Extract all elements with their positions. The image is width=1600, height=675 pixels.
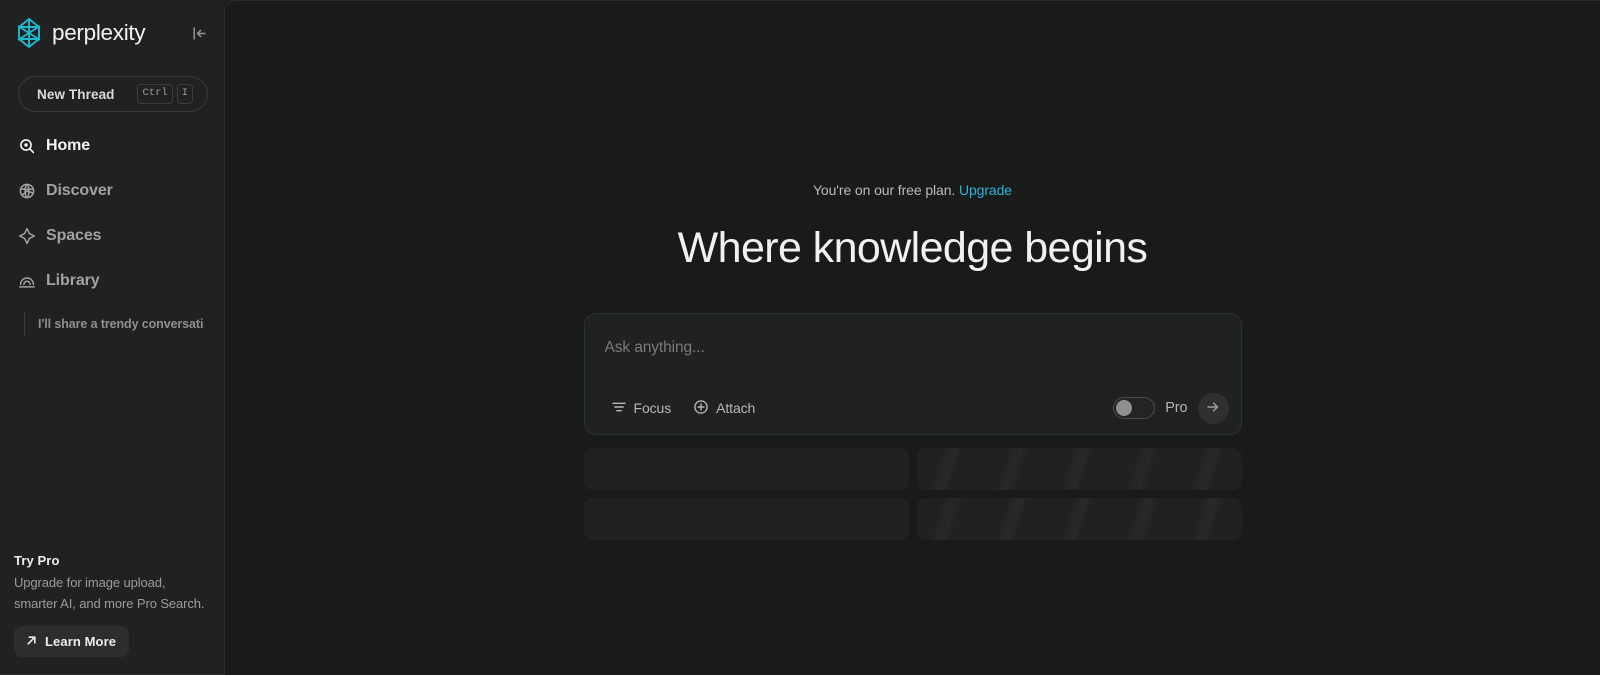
skeleton-card[interactable] [916,448,1242,490]
kbd-i: I [176,84,193,104]
sidebar: perplexity New Thread Ctrl I Home Discov… [0,0,224,675]
app-root: perplexity New Thread Ctrl I Home Discov… [0,0,1600,675]
page-title: Where knowledge begins [677,224,1148,272]
suggestion-skeletons [583,448,1242,540]
kbd-ctrl: Ctrl [137,84,173,104]
sidebar-item-library[interactable]: Library [0,266,224,296]
main-content: You're on our free plan. Upgrade Where k… [224,0,1600,675]
collapse-sidebar-icon[interactable] [188,22,210,44]
submit-button[interactable] [1197,392,1229,424]
globe-icon [18,182,36,200]
brand-name: perplexity [52,20,146,45]
sidebar-item-discover-label: Discover [46,182,113,199]
filter-lines-icon [611,399,627,418]
new-thread-shortcut: Ctrl I [137,84,193,104]
ask-toolbar: Focus Attach Pro [585,382,1241,434]
skeleton-card[interactable] [583,448,909,490]
home-center-column: You're on our free plan. Upgrade Where k… [225,1,1600,540]
sidebar-item-spaces-label: Spaces [46,227,102,244]
list-item[interactable]: I'll share a trendy conversati [24,312,224,336]
new-thread-button[interactable]: New Thread Ctrl I [18,76,208,112]
circle-plus-icon [693,399,709,418]
arrow-right-icon [1205,399,1221,418]
sidebar-item-discover[interactable]: Discover [0,176,224,206]
focus-label: Focus [633,400,672,416]
promo-description: Upgrade for image upload, smarter AI, an… [14,575,205,611]
plan-notice: You're on our free plan. Upgrade [813,182,1012,198]
pro-toggle[interactable] [1113,397,1156,419]
sidebar-item-library-label: Library [46,272,100,289]
library-arc-icon [18,272,36,290]
ask-toolbar-right: Pro [1113,392,1230,424]
attach-label: Attach [716,400,756,416]
attach-button[interactable]: Attach [685,393,763,424]
search-home-icon [18,137,36,155]
upgrade-link[interactable]: Upgrade [959,182,1012,198]
try-pro-promo: Try Pro Upgrade for image upload, smarte… [0,553,224,675]
promo-title: Try Pro [14,553,60,568]
sparkle-icon [18,227,36,245]
pro-toggle-knob [1116,400,1133,416]
sidebar-item-spaces[interactable]: Spaces [0,221,224,251]
brand-row: perplexity [0,0,224,66]
sidebar-nav: Home Discover Spaces Library I'll share … [0,131,224,336]
arrow-up-right-icon [25,634,38,650]
sidebar-thread-list: I'll share a trendy conversati [0,312,224,336]
skeleton-card[interactable] [583,498,909,540]
skeleton-card[interactable] [916,498,1242,540]
learn-more-label: Learn More [45,634,117,649]
perplexity-logo-icon[interactable] [14,17,44,49]
plan-notice-text: You're on our free plan. [812,182,956,198]
thread-title: I'll share a trendy conversati [38,317,204,331]
pro-label: Pro [1165,400,1188,416]
new-thread-label: New Thread [37,86,115,102]
learn-more-button[interactable]: Learn More [14,626,130,657]
focus-button[interactable]: Focus [603,393,680,424]
sidebar-item-home[interactable]: Home [0,131,224,161]
search-input[interactable] [584,314,1241,357]
ask-anything-box: Focus Attach [583,313,1242,435]
sidebar-item-home-label: Home [46,137,91,154]
